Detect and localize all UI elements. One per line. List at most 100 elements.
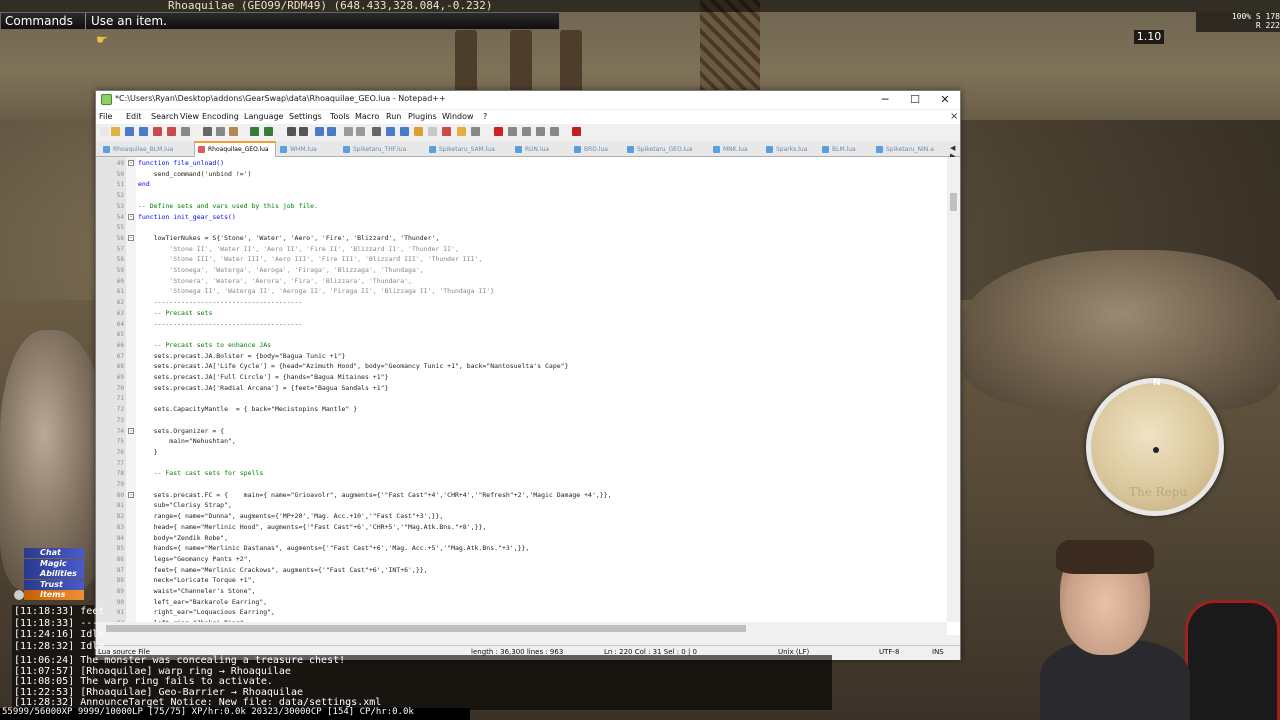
- function-list-icon[interactable]: [442, 127, 451, 136]
- code-line[interactable]: 55: [96, 222, 946, 233]
- menu-window[interactable]: Window: [442, 112, 474, 121]
- code-line[interactable]: 80- sets.precast.FC = { main={ name="Gri…: [96, 490, 946, 501]
- close-all-icon[interactable]: [167, 127, 176, 136]
- new-file-icon[interactable]: [100, 127, 109, 136]
- play-macro-icon[interactable]: [522, 127, 531, 136]
- close-button[interactable]: ✕: [930, 91, 960, 109]
- find-icon[interactable]: [287, 127, 296, 136]
- redo-icon[interactable]: [264, 127, 273, 136]
- record-macro-icon[interactable]: [494, 127, 503, 136]
- minimap[interactable]: N The Repu: [1086, 378, 1224, 516]
- fold-toggle-icon[interactable]: -: [128, 213, 134, 220]
- menu-plugins[interactable]: Plugins: [408, 112, 437, 121]
- vertical-scroll-thumb[interactable]: [950, 193, 957, 211]
- code-line[interactable]: 70 sets.precast.JA['Radial Arcana'] = {f…: [96, 383, 946, 394]
- fold-toggle-icon[interactable]: -: [128, 160, 134, 166]
- fold-toggle-icon[interactable]: -: [128, 234, 134, 241]
- udl-icon[interactable]: [414, 127, 423, 136]
- menu-tools[interactable]: Tools: [330, 112, 350, 121]
- vertical-scrollbar[interactable]: [947, 157, 960, 622]
- code-line[interactable]: 82 range={ name="Dunna", augments={'MP+2…: [96, 511, 946, 522]
- menu-run[interactable]: Run: [386, 112, 401, 121]
- code-line[interactable]: 62 -------------------------------------…: [96, 297, 946, 308]
- game-menu-chat[interactable]: Chat: [24, 548, 84, 558]
- minimize-button[interactable]: ─: [870, 91, 900, 109]
- code-line[interactable]: 66 -- Precast sets to enhance JAs: [96, 340, 946, 351]
- tab-spiketaru-thf-lua[interactable]: Spiketaru_THF.lua: [340, 143, 426, 156]
- tab-rhoaquilae-blm-lua[interactable]: Rhoaquilae_BLM.lua: [100, 143, 194, 156]
- zoom-in-icon[interactable]: [315, 127, 324, 136]
- copy-icon[interactable]: [216, 127, 225, 136]
- tab-whm-lua[interactable]: WHM.lua: [277, 143, 339, 156]
- code-line[interactable]: 65: [96, 329, 946, 340]
- code-line[interactable]: 54- function init_gear_sets(): [96, 212, 946, 223]
- code-line[interactable]: 50 send_command('unbind !='): [96, 169, 946, 180]
- code-line[interactable]: 61 'Stonega II', 'Waterga II', 'Aeroga I…: [96, 286, 946, 297]
- save-macro-icon[interactable]: [550, 127, 559, 136]
- tab-rhoaquilae-geo-lua[interactable]: Rhoaquilae_GEO.lua: [194, 141, 276, 157]
- game-menu-abilities[interactable]: Abilities: [24, 569, 84, 579]
- code-line[interactable]: 60 'Stonera', 'Watera', 'Aerora', 'Fira'…: [96, 276, 946, 287]
- code-line[interactable]: 78 -- Fast cast sets for spells: [96, 468, 946, 479]
- spell-check-icon[interactable]: [572, 127, 581, 136]
- tab-run-lua[interactable]: RUN.lua: [512, 143, 570, 156]
- horizontal-scroll-thumb[interactable]: [106, 625, 746, 632]
- close-file-icon[interactable]: [153, 127, 162, 136]
- save-icon[interactable]: [125, 127, 134, 136]
- replace-icon[interactable]: [299, 127, 308, 136]
- stop-macro-icon[interactable]: [508, 127, 517, 136]
- code-line[interactable]: 85 hands={ name="Merlinic Dastanas", aug…: [96, 543, 946, 554]
- menu-help[interactable]: ?: [483, 112, 487, 121]
- game-menu-items[interactable]: Items: [24, 590, 84, 600]
- code-line[interactable]: 63 -- Precast sets: [96, 308, 946, 319]
- code-line[interactable]: 90 left_ear="Barkarole Earring",: [96, 597, 946, 608]
- code-line[interactable]: 58 'Stone III', 'Water III', 'Aero III',…: [96, 254, 946, 265]
- code-line[interactable]: 52: [96, 190, 946, 201]
- menu-search[interactable]: Search: [151, 112, 178, 121]
- code-line[interactable]: 77: [96, 458, 946, 469]
- code-line[interactable]: 84 body="Zendik Robe",: [96, 533, 946, 544]
- code-editor[interactable]: 49- function file_unload() 50 send_command…: [96, 157, 960, 635]
- run-macro-icon[interactable]: [536, 127, 545, 136]
- tab-spiketaru-nin-a[interactable]: Spiketaru_NIN.a: [873, 143, 950, 156]
- code-line[interactable]: 67 sets.precast.JA.Bolster = {body="Bagu…: [96, 351, 946, 362]
- print-icon[interactable]: [181, 127, 190, 136]
- menu-encoding[interactable]: Encoding: [202, 112, 239, 121]
- undo-icon[interactable]: [250, 127, 259, 136]
- code-line[interactable]: 88 neck="Loricate Torque +1",: [96, 575, 946, 586]
- menu-macro[interactable]: Macro: [355, 112, 379, 121]
- code-line[interactable]: 91 right_ear="Loquacious Earring",: [96, 607, 946, 618]
- code-line[interactable]: 57 'Stone II', 'Water II', 'Aero II', 'F…: [96, 244, 946, 255]
- folder-workspace-icon[interactable]: [457, 127, 466, 136]
- sync-h-icon[interactable]: [356, 127, 365, 136]
- code-line[interactable]: 74- sets.Organizer = {: [96, 426, 946, 437]
- game-menu-magic[interactable]: Magic: [24, 558, 84, 569]
- open-file-icon[interactable]: [111, 127, 120, 136]
- tab-mnk-lua[interactable]: MNK.lua: [710, 143, 762, 156]
- fold-toggle-icon[interactable]: -: [128, 427, 134, 434]
- menu-language[interactable]: Language: [244, 112, 283, 121]
- save-all-icon[interactable]: [139, 127, 148, 136]
- code-line[interactable]: 89 waist="Channeler's Stone",: [96, 586, 946, 597]
- maximize-button[interactable]: ☐: [900, 91, 930, 109]
- code-line[interactable]: 72 sets.CapacityMantle = { back="Mecisto…: [96, 404, 946, 415]
- zoom-out-icon[interactable]: [327, 127, 336, 136]
- doc-map-icon[interactable]: [428, 127, 437, 136]
- menu-file[interactable]: File: [99, 112, 112, 121]
- cut-icon[interactable]: [203, 127, 212, 136]
- game-menu-trust[interactable]: Trust: [24, 579, 84, 590]
- code-line[interactable]: 87 feet={ name="Merlinic Crackows", augm…: [96, 565, 946, 576]
- code-line[interactable]: 68 sets.precast.JA['Life Cycle'] = {head…: [96, 361, 946, 372]
- tab-brd-lua[interactable]: BRD.lua: [571, 143, 623, 156]
- code-line[interactable]: 64 -------------------------------------…: [96, 319, 946, 330]
- code-line[interactable]: 53 -- Define sets and vars used by this j…: [96, 201, 946, 212]
- indent-guide-icon[interactable]: [400, 127, 409, 136]
- code-line[interactable]: 51 end: [96, 179, 946, 190]
- code-line[interactable]: 59 'Stonega', 'Waterga', 'Aeroga', 'Fira…: [96, 265, 946, 276]
- word-wrap-icon[interactable]: [372, 127, 381, 136]
- sync-v-icon[interactable]: [344, 127, 353, 136]
- tab-blm-lua[interactable]: BLM.lua: [819, 143, 872, 156]
- tab-spiketaru-sam-lua[interactable]: Spiketaru_SAM.lua: [426, 143, 511, 156]
- fold-toggle-icon[interactable]: -: [128, 491, 134, 498]
- paste-icon[interactable]: [229, 127, 238, 136]
